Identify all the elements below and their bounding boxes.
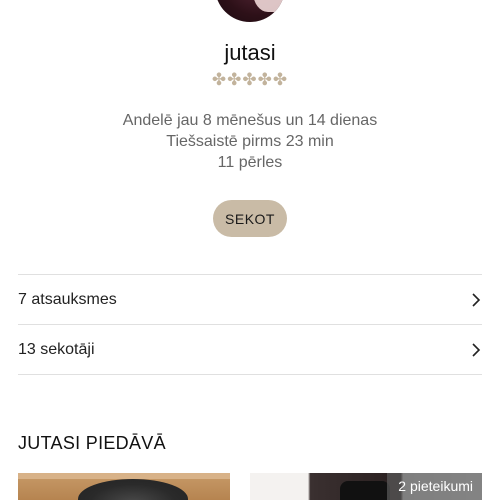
reviews-row[interactable]: 7 atsauksmes [18,275,482,324]
profile-stats: Andelē jau 8 mēnešus un 14 dienas Tiešsa… [0,110,500,173]
offer-item-thumbnail[interactable]: 2 pieteikumi [250,473,482,500]
followers-label: 13 sekotāji [18,340,95,358]
chevron-right-icon [472,292,481,307]
pearls-count: 11 pērles [217,154,283,171]
bids-badge: 2 pieteikumi [387,473,482,500]
reviews-label: 7 atsauksmes [18,290,117,308]
thumbnail-background [18,473,230,479]
offer-item-thumbnail[interactable] [18,473,230,500]
rating-stars: ✤✤✤✤✤ [211,70,289,89]
followers-row[interactable]: 13 sekotāji [18,325,482,374]
divider [18,374,482,375]
avatar[interactable] [215,0,285,22]
offers-section-title: JUTASI PIEDĀVĀ [18,433,166,453]
member-since-text: Andelē jau 8 mēnešus un 14 dienas [122,112,378,129]
chevron-right-icon [472,342,481,357]
product-image [78,479,188,500]
follow-button[interactable]: SEKOT [213,200,287,237]
profile-username: jutasi [224,40,276,65]
last-online-text: Tiešsaistē pirms 23 min [166,133,334,150]
product-image [340,481,390,500]
